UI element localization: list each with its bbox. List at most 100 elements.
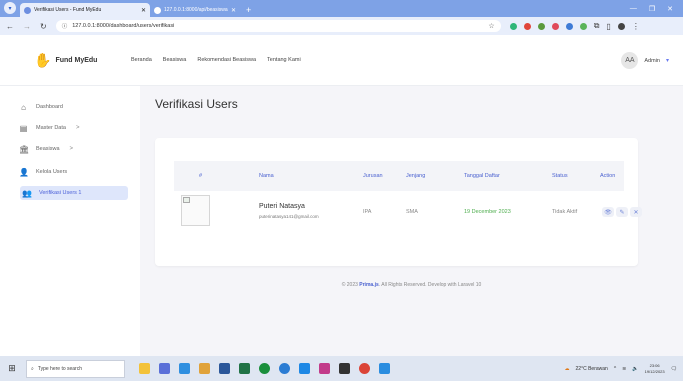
sidebar-item-label: Beasiswa bbox=[36, 146, 60, 152]
hand-logo-icon: ✋ bbox=[34, 52, 52, 68]
window-controls: — ❐ ✕ bbox=[630, 5, 683, 13]
delete-x-icon[interactable]: ✕ bbox=[630, 207, 642, 217]
sidebar-item-label: Dashboard bbox=[36, 104, 63, 110]
notification-icon[interactable]: 🗨 bbox=[671, 366, 677, 372]
status-badge: Tidak Aktif bbox=[552, 209, 578, 215]
chevron-right-icon: > bbox=[75, 125, 80, 131]
tab-title: 127.0.0.1:8000/api/beasiswa bbox=[164, 7, 228, 13]
reload-icon[interactable]: ↻ bbox=[40, 22, 47, 31]
sidebar-item-master-data[interactable]: ▤ Master Data > bbox=[19, 121, 80, 135]
sidebar-item-beasiswa[interactable]: 🏛 Beasiswa > bbox=[19, 142, 73, 156]
app-icon[interactable] bbox=[159, 363, 170, 374]
sidepanel-icon[interactable]: ▯ bbox=[606, 22, 610, 31]
app-icon[interactable] bbox=[199, 363, 210, 374]
menu-item-beasiswa[interactable]: Beasiswa bbox=[163, 57, 187, 63]
extension-icon[interactable] bbox=[509, 22, 517, 30]
word-icon[interactable] bbox=[219, 363, 230, 374]
menu-item-beranda[interactable]: Beranda bbox=[131, 57, 152, 63]
user-menu[interactable]: AA Admin ▾ bbox=[621, 52, 669, 69]
user-name: Puteri Natasya bbox=[259, 203, 305, 210]
taskbar-clock[interactable]: 23:06 19/12/2023 bbox=[645, 363, 665, 375]
search-icon: ⌕ bbox=[31, 365, 34, 372]
system-tray: ☁ 22°C Berawan ^ ≋ 🔈 23:06 19/12/2023 🗨 bbox=[565, 363, 683, 375]
minimize-icon[interactable]: — bbox=[630, 5, 637, 13]
tray-chevron-up-icon[interactable]: ^ bbox=[614, 366, 616, 372]
app-icon[interactable] bbox=[179, 363, 190, 374]
browser-tab-bar: ▾ Verifikasi Users - Fund MyEdu ✕ 127.0.… bbox=[0, 0, 683, 17]
vscode-icon[interactable] bbox=[379, 363, 390, 374]
extension-icon[interactable] bbox=[565, 22, 573, 30]
avatar[interactable]: AA bbox=[621, 52, 639, 69]
menu-item-tentang-kami[interactable]: Tentang Kami bbox=[267, 57, 301, 63]
column-header-action: Action bbox=[600, 173, 616, 179]
file-explorer-icon[interactable] bbox=[139, 363, 150, 374]
forward-icon[interactable]: → bbox=[23, 22, 31, 31]
close-tab-icon[interactable]: ✕ bbox=[231, 7, 236, 14]
close-tab-icon[interactable]: ✕ bbox=[141, 7, 146, 14]
home-icon: ⌂ bbox=[21, 102, 26, 112]
sidebar-item-dashboard[interactable]: ⌂ Dashboard bbox=[19, 100, 63, 114]
jenjang-cell: SMA bbox=[406, 209, 418, 215]
browser-tab[interactable]: 127.0.0.1:8000/api/beasiswa ✕ bbox=[150, 3, 240, 17]
sidebar-item-verifikasi-users[interactable]: 👥 Verifikasi Users 1 bbox=[20, 186, 128, 200]
weather-icon[interactable]: ☁ bbox=[565, 366, 570, 372]
extension-icon[interactable] bbox=[537, 22, 545, 30]
terminal-icon[interactable] bbox=[339, 363, 350, 374]
excel-icon[interactable] bbox=[239, 363, 250, 374]
mail-icon[interactable] bbox=[299, 363, 310, 374]
bookmark-star-icon[interactable]: ☆ bbox=[488, 22, 494, 30]
browser-tab-active[interactable]: Verifikasi Users - Fund MyEdu ✕ bbox=[20, 3, 150, 17]
chevron-down-icon[interactable]: ▾ bbox=[666, 57, 669, 64]
windows-start-icon[interactable]: ⊞ bbox=[7, 363, 17, 374]
brand-name: Fund MyEdu bbox=[55, 57, 98, 64]
url-bar[interactable]: ⓘ 127.0.0.1:8000/dashboard/users/verifik… bbox=[55, 20, 501, 32]
column-header-number: # bbox=[199, 173, 203, 179]
edit-pencil-icon[interactable]: ✎ bbox=[616, 207, 628, 217]
users-table-card: # Nama Jurusan Jenjang Tanggal Daftar St… bbox=[155, 138, 642, 266]
extension-icon[interactable] bbox=[523, 22, 531, 30]
extension-icon[interactable] bbox=[579, 22, 587, 30]
user-name[interactable]: Admin bbox=[644, 58, 660, 64]
main-menu: Beranda Beasiswa Rekomendasi Beasiswa Te… bbox=[131, 57, 301, 63]
taskbar-search-input[interactable]: ⌕ Type here to search bbox=[26, 359, 125, 378]
close-window-icon[interactable]: ✕ bbox=[667, 5, 673, 13]
chrome-icon[interactable] bbox=[359, 363, 370, 374]
brand-logo[interactable]: ✋ Fund MyEdu bbox=[34, 52, 97, 69]
profile-icon[interactable] bbox=[617, 22, 625, 30]
menu-item-rekomendasi[interactable]: Rekomendasi Beasiswa bbox=[197, 57, 256, 63]
back-icon[interactable]: ← bbox=[6, 22, 14, 31]
table-row: Puteri Natasya puterinatasya141@gmail.co… bbox=[174, 195, 642, 235]
sidebar-item-label: Kelola Users bbox=[36, 169, 68, 175]
sidebar-item-label: Verifikasi Users 1 bbox=[39, 190, 82, 196]
url-text: 127.0.0.1:8000/dashboard/users/verifikas… bbox=[72, 23, 175, 29]
wifi-icon[interactable]: ≋ bbox=[622, 366, 626, 372]
column-header-tanggal-daftar: Tanggal Daftar bbox=[464, 173, 500, 179]
footer-brand-link[interactable]: Prima.js bbox=[359, 282, 378, 288]
tab-search-button[interactable]: ▾ bbox=[4, 2, 16, 14]
edge-icon[interactable] bbox=[279, 363, 290, 374]
page-footer: © 2023 Prima.js. All Rights Reserved. De… bbox=[140, 282, 683, 288]
sidebar-item-kelola-users[interactable]: 👤 Kelola Users bbox=[19, 165, 67, 179]
address-toolbar: ← → ↻ ⓘ 127.0.0.1:8000/dashboard/users/v… bbox=[0, 17, 683, 35]
extension-icon[interactable] bbox=[551, 22, 559, 30]
view-eye-icon[interactable]: 👁 bbox=[602, 207, 614, 217]
bank-icon: 🏛 bbox=[19, 144, 30, 154]
tanggal-daftar-cell: 19 December 2023 bbox=[464, 209, 511, 215]
users-icon: 👥 bbox=[22, 188, 32, 198]
column-header-status: Status bbox=[552, 173, 568, 179]
tab-title: Verifikasi Users - Fund MyEdu bbox=[34, 7, 102, 13]
volume-icon[interactable]: 🔈 bbox=[632, 366, 638, 372]
page-title: Verifikasi Users bbox=[155, 97, 238, 111]
user-email: puterinatasya141@gmail.com bbox=[259, 214, 319, 219]
weather-text[interactable]: 22°C Berawan bbox=[576, 366, 608, 372]
chrome-icon[interactable] bbox=[259, 363, 270, 374]
browser-menu-icon[interactable]: ⋮ bbox=[632, 22, 640, 31]
extensions-puzzle-icon[interactable]: ⧉ bbox=[594, 21, 600, 31]
user-name-cell: Puteri Natasya puterinatasya141@gmail.co… bbox=[259, 203, 319, 219]
new-tab-button[interactable]: + bbox=[240, 3, 257, 17]
site-info-icon[interactable]: ⓘ bbox=[62, 22, 68, 30]
app-icon[interactable] bbox=[319, 363, 330, 374]
maximize-icon[interactable]: ❐ bbox=[649, 5, 655, 13]
os-taskbar: ⊞ ⌕ Type here to search ☁ 22°C Berawan ^… bbox=[0, 356, 683, 381]
extensions-bar: ⧉ ▯ ⋮ bbox=[509, 21, 640, 31]
